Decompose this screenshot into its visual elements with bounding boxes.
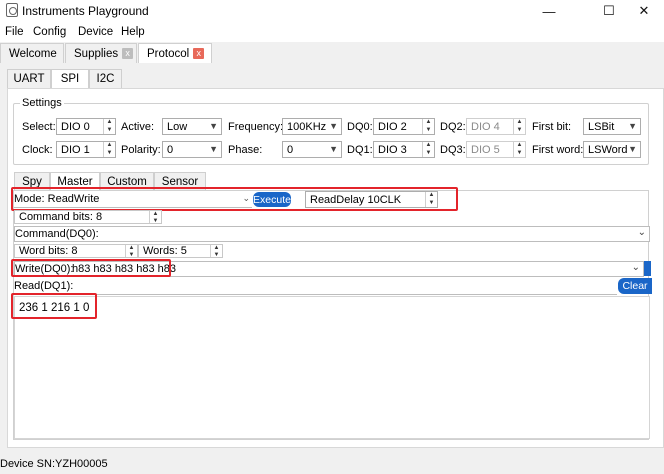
dq3-spinner: DIO 5 ▲ ▼: [466, 141, 526, 158]
spinner-arrows-icon[interactable]: ▲ ▼: [125, 245, 137, 258]
command-dq0-label: Command(DQ0):: [15, 228, 99, 240]
dq2-label: DQ2:: [440, 121, 466, 133]
dq1-spinner[interactable]: DIO 3 ▲ ▼: [373, 141, 435, 158]
chevron-down-icon: ⌄: [637, 227, 646, 238]
first-word-value: LSWord: [588, 143, 628, 156]
tab-supplies-label: Supplies: [74, 47, 119, 60]
chevron-down-icon: ▼: [329, 144, 338, 154]
tab-i2c[interactable]: I2C: [89, 69, 122, 88]
highlight-mode-row: [11, 187, 458, 211]
active-label: Active:: [121, 121, 155, 133]
menu-config[interactable]: Config: [33, 26, 66, 38]
window-title: Instruments Playground: [22, 4, 149, 18]
first-bit-label: First bit:: [532, 121, 572, 133]
close-icon[interactable]: x: [193, 48, 205, 59]
menu-device[interactable]: Device: [78, 26, 113, 38]
chevron-down-icon: ⌄: [631, 262, 640, 273]
spinner-arrows-icon[interactable]: ▲ ▼: [210, 245, 222, 258]
settings-legend: Settings: [20, 97, 64, 109]
spinner-arrows-icon[interactable]: ▲ ▼: [103, 142, 115, 157]
tab-welcome-label: Welcome: [9, 47, 57, 60]
read-dq1-bar: Read(DQ1):: [14, 279, 617, 295]
frequency-dropdown[interactable]: 100KHz ▼: [282, 118, 342, 135]
app-icon: [6, 3, 18, 17]
phase-value: 0: [287, 143, 294, 156]
command-bits-spinner[interactable]: Command bits: 8 ▲ ▼: [14, 210, 162, 224]
dq1-value: DIO 3: [378, 143, 407, 156]
close-icon[interactable]: x: [122, 48, 134, 59]
highlight-write-field: [11, 259, 171, 277]
active-value: Low: [167, 120, 188, 133]
menu-help[interactable]: Help: [121, 26, 145, 38]
dq1-label: DQ1:: [347, 144, 373, 156]
read-dq1-label: Read(DQ1):: [14, 280, 74, 292]
clock-label: Clock:: [22, 144, 53, 156]
word-bits-spinner[interactable]: Word bits: 8 ▲ ▼: [14, 244, 138, 258]
command-dq0-field[interactable]: Command(DQ0): ⌄: [14, 226, 650, 242]
polarity-value: 0: [167, 143, 174, 156]
tab-welcome[interactable]: Welcome: [0, 43, 64, 63]
command-bits-value: Command bits: 8: [19, 211, 103, 223]
write-button-partial[interactable]: [644, 261, 651, 276]
tab-spi[interactable]: SPI: [51, 69, 89, 88]
polarity-label: Polarity:: [121, 144, 161, 156]
select-value: DIO 0: [61, 120, 90, 133]
clock-spinner[interactable]: DIO 1 ▲ ▼: [56, 141, 116, 158]
dq3-value: DIO 5: [471, 143, 500, 156]
spinner-arrows-icon: ▲ ▼: [513, 142, 525, 157]
frequency-label: Frequency:: [228, 121, 284, 133]
spinner-arrows-icon[interactable]: ▲ ▼: [422, 119, 434, 134]
chevron-down-icon: ▼: [628, 121, 637, 131]
spinner-arrows-icon[interactable]: ▲ ▼: [103, 119, 115, 134]
select-spinner[interactable]: DIO 0 ▲ ▼: [56, 118, 116, 135]
highlight-read-output: [11, 293, 97, 319]
menu-file[interactable]: File: [5, 26, 24, 38]
words-value: Words: 5: [143, 245, 187, 257]
tab-protocol[interactable]: Protocol x: [138, 43, 212, 63]
dq0-value: DIO 2: [378, 120, 407, 133]
polarity-dropdown[interactable]: 0 ▼: [162, 141, 222, 158]
device-serial-status: Device SN:YZH00005: [0, 458, 108, 470]
words-spinner[interactable]: Words: 5 ▲ ▼: [138, 244, 223, 258]
first-word-label: First word:: [532, 144, 584, 156]
minimize-button[interactable]: —: [526, 0, 572, 22]
chevron-down-icon: ▼: [209, 121, 218, 131]
chevron-down-icon: ▼: [628, 144, 637, 154]
spinner-arrows-icon[interactable]: ▲ ▼: [149, 211, 161, 224]
phase-dropdown[interactable]: 0 ▼: [282, 141, 342, 158]
close-button[interactable]: ✕: [621, 0, 664, 22]
phase-label: Phase:: [228, 144, 263, 156]
read-output-area: 236 1 216 1 0: [14, 296, 650, 439]
tab-protocol-label: Protocol: [147, 47, 190, 60]
first-bit-dropdown[interactable]: LSBit ▼: [583, 118, 641, 135]
frequency-value: 100KHz: [287, 120, 327, 133]
tab-uart[interactable]: UART: [7, 69, 51, 88]
clock-value: DIO 1: [61, 143, 90, 156]
dq0-spinner[interactable]: DIO 2 ▲ ▼: [373, 118, 435, 135]
clear-button[interactable]: Clear: [618, 278, 652, 294]
dq2-value: DIO 4: [471, 120, 500, 133]
dq0-label: DQ0:: [347, 121, 373, 133]
spinner-arrows-icon[interactable]: ▲ ▼: [422, 142, 434, 157]
select-label: Select:: [22, 121, 56, 133]
first-word-dropdown[interactable]: LSWord ▼: [583, 141, 641, 158]
tab-supplies[interactable]: Supplies x: [65, 43, 137, 63]
dq2-spinner: DIO 4 ▲ ▼: [466, 118, 526, 135]
word-bits-value: Word bits: 8: [19, 245, 78, 257]
active-dropdown[interactable]: Low ▼: [162, 118, 222, 135]
first-bit-value: LSBit: [588, 120, 615, 133]
chevron-down-icon: ▼: [209, 144, 218, 154]
spinner-arrows-icon: ▲ ▼: [513, 119, 525, 134]
dq3-label: DQ3:: [440, 144, 466, 156]
chevron-down-icon: ▼: [329, 121, 338, 131]
